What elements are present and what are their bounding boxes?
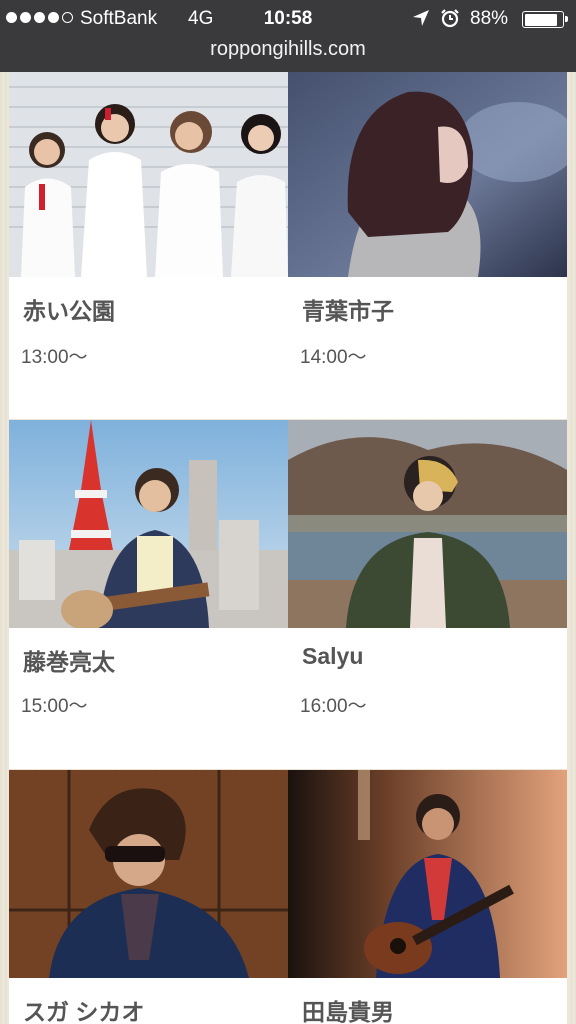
battery-percentage: 88%: [470, 8, 509, 29]
page-content: 赤い公園 13:00〜 青葉市子 14:00〜 藤巻亮太 15:00〜 Saly…: [0, 72, 576, 1024]
artist-card[interactable]: スガ シカオ: [9, 770, 288, 1024]
artist-row: 赤い公園 13:00〜 青葉市子 14:00〜: [9, 72, 567, 419]
artist-time: 14:00〜: [300, 347, 367, 368]
battery-level-fill: [524, 13, 558, 26]
artist-card[interactable]: 青葉市子 14:00〜: [288, 72, 567, 419]
artist-name: 藤巻亮太: [23, 649, 115, 675]
artist-card[interactable]: 赤い公園 13:00〜: [9, 72, 288, 419]
artist-name: 青葉市子: [302, 298, 394, 324]
artist-time: 13:00〜: [21, 347, 88, 368]
url-bar[interactable]: roppongihills.com: [0, 36, 576, 72]
artist-photo-akai-koen[interactable]: [9, 72, 288, 277]
browser-chrome: SoftBank 4G 10:58 88% roppongihills.com: [0, 0, 576, 72]
artist-time: 15:00〜: [21, 696, 88, 717]
artist-time: 16:00〜: [300, 696, 367, 717]
artist-row: スガ シカオ 田島貴男: [9, 770, 567, 1024]
artist-photo-tajima-takao[interactable]: [288, 770, 567, 978]
artist-row: 藤巻亮太 15:00〜 Salyu 16:00〜: [9, 420, 567, 769]
artist-photo-suga-shikao[interactable]: [9, 770, 288, 978]
artist-name: 赤い公園: [23, 298, 115, 324]
artist-card[interactable]: 田島貴男: [288, 770, 567, 1024]
artist-photo-fujimaki-ryota[interactable]: [9, 420, 288, 628]
artist-name: 田島貴男: [302, 999, 394, 1024]
location-arrow-icon: [412, 9, 430, 33]
alarm-clock-icon: [440, 8, 460, 34]
artist-card[interactable]: Salyu 16:00〜: [288, 420, 567, 769]
artist-photo-aoba-ichiko[interactable]: [288, 72, 567, 277]
artist-card[interactable]: 藤巻亮太 15:00〜: [9, 420, 288, 769]
artist-name: スガ シカオ: [23, 999, 145, 1024]
status-bar: SoftBank 4G 10:58 88%: [0, 0, 576, 36]
artist-name: Salyu: [302, 643, 364, 669]
artist-photo-salyu[interactable]: [288, 420, 567, 628]
battery-icon: [522, 11, 568, 28]
